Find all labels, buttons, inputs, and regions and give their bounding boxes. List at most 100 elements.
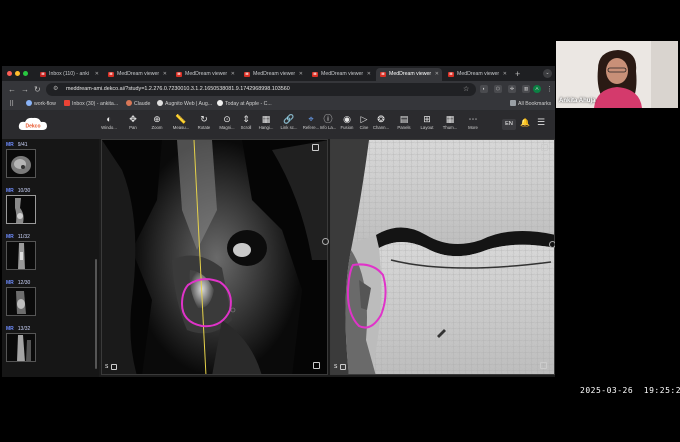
series-thumbnail[interactable]: MR 13/32 bbox=[6, 325, 36, 362]
browser-tab[interactable]: M MedDream viewer ✕ bbox=[308, 68, 374, 81]
info-icon: ⓘ bbox=[323, 114, 333, 124]
tool-channels[interactable]: ❂ Chann... bbox=[371, 114, 391, 131]
viewport-settings-icon[interactable] bbox=[340, 364, 346, 370]
browser-tab[interactable]: M MedDream viewer ✕ bbox=[104, 68, 170, 81]
viewport-left[interactable]: S bbox=[101, 139, 328, 375]
tool-panels[interactable]: ▤ Panels bbox=[394, 114, 414, 131]
scroll-handle[interactable] bbox=[549, 241, 555, 248]
extension-icon[interactable]: ◐ bbox=[480, 85, 488, 93]
dekco-logo: Dekco bbox=[18, 117, 47, 130]
series-thumbnail[interactable]: MR 12/30 bbox=[6, 279, 36, 316]
bookmark-inbox[interactable]: Inbox (30) - ankita... bbox=[64, 98, 118, 111]
tool-window-level[interactable]: ◐ Windo... bbox=[99, 114, 119, 131]
address-bar-row: ← → ↻ ⚙ meddream-ami.dekco.ai/?study=1.2… bbox=[2, 81, 555, 98]
save-icon[interactable] bbox=[313, 362, 320, 369]
folder-icon bbox=[510, 100, 516, 106]
thumbnails-icon: ▦ bbox=[445, 114, 455, 124]
series-panel: MR 9/41 MR 10/30 MR 11/32 MR 12/30 MR 13… bbox=[2, 139, 99, 377]
mri-image-sagittal bbox=[102, 140, 327, 374]
reload-icon[interactable]: ↻ bbox=[34, 84, 41, 95]
maximize-window-button[interactable] bbox=[23, 71, 28, 76]
magnify-icon: ⊙ bbox=[223, 114, 231, 124]
series-thumbnail[interactable]: MR 10/30 bbox=[6, 187, 36, 224]
bookmark-star-icon[interactable]: ☆ bbox=[463, 84, 469, 95]
gmail-icon bbox=[64, 100, 70, 106]
language-selector[interactable]: EN bbox=[502, 119, 516, 130]
participant-name: Ankita Ahuja bbox=[559, 98, 596, 104]
tool-layout[interactable]: ⊞ Layout bbox=[417, 114, 437, 131]
apps-icon[interactable]: ⠿ bbox=[9, 98, 14, 111]
browser-tab[interactable]: M Inbox (110) - anki ✕ bbox=[36, 68, 102, 81]
browser-window: M Inbox (110) - anki ✕ M MedDream viewer ✕ M… bbox=[2, 66, 555, 377]
svg-text:Dekco: Dekco bbox=[25, 124, 40, 130]
globe-icon bbox=[26, 100, 32, 106]
tool-pan[interactable]: ✥ Pan bbox=[123, 114, 143, 131]
menu-icon[interactable]: ☰ bbox=[537, 117, 545, 128]
minimize-window-button[interactable] bbox=[15, 71, 20, 76]
bookmark-claude[interactable]: Claude bbox=[126, 98, 150, 111]
site-info-icon[interactable]: ⚙ bbox=[53, 83, 58, 96]
apple-icon bbox=[217, 100, 223, 106]
meddream-icon: M bbox=[448, 72, 454, 77]
close-tab-icon[interactable]: ✕ bbox=[503, 68, 507, 81]
tool-measure[interactable]: 📏 Measu... bbox=[171, 114, 191, 131]
gmail-icon: M bbox=[40, 72, 46, 77]
close-tab-icon[interactable]: ✕ bbox=[367, 68, 371, 81]
tab-bar: M Inbox (110) - anki ✕ M MedDream viewer ✕ M… bbox=[2, 66, 555, 81]
close-tab-icon[interactable]: ✕ bbox=[163, 68, 167, 81]
series-thumbnail[interactable]: MR 9/41 bbox=[6, 141, 36, 178]
close-tab-icon[interactable]: ✕ bbox=[435, 68, 439, 81]
tool-link-scroll[interactable]: 🔗 Link sc... bbox=[279, 114, 299, 131]
viewport-menu-icon[interactable] bbox=[312, 144, 319, 151]
browser-tab[interactable]: M MedDream viewer ✕ bbox=[444, 68, 510, 81]
series-preview bbox=[6, 333, 36, 362]
profile-avatar[interactable]: A bbox=[533, 85, 541, 93]
tool-zoom[interactable]: ⊕ Zoom bbox=[147, 114, 167, 131]
series-preview bbox=[6, 287, 36, 316]
close-window-button[interactable] bbox=[7, 71, 12, 76]
meddream-icon: M bbox=[108, 72, 114, 77]
new-tab-button[interactable]: + bbox=[515, 68, 520, 80]
series-thumbnail[interactable]: MR 11/32 bbox=[6, 233, 36, 270]
scroll-handle[interactable] bbox=[322, 238, 329, 245]
browser-tab[interactable]: M MedDream viewer ✕ bbox=[172, 68, 238, 81]
tool-more[interactable]: ⋯ More bbox=[463, 114, 483, 131]
close-tab-icon[interactable]: ✕ bbox=[95, 68, 99, 81]
back-icon[interactable]: ← bbox=[8, 84, 16, 95]
bell-icon[interactable]: 🔔 bbox=[520, 118, 530, 127]
viewport-right[interactable]: S bbox=[330, 139, 555, 375]
viewport-settings-icon[interactable] bbox=[111, 364, 117, 370]
tab-search-button[interactable]: ⌄ bbox=[543, 69, 552, 78]
tool-scroll[interactable]: ⇕ Scroll bbox=[236, 114, 256, 131]
viewport-menu-icon[interactable] bbox=[541, 144, 548, 151]
sidebar-icon[interactable]: ▥ bbox=[522, 85, 530, 93]
tool-magnify[interactable]: ⊙ Magni... bbox=[217, 114, 237, 131]
forward-icon[interactable]: → bbox=[21, 84, 29, 95]
browser-tab-active[interactable]: M MedDream viewer ✕ bbox=[376, 68, 442, 81]
more-icon: ⋯ bbox=[468, 114, 478, 124]
meddream-viewer: Dekco ◐ Windo... ✥ Pan ⊕ Zoom 📏 Measu... ↻ Ro… bbox=[2, 111, 555, 377]
save-icon[interactable] bbox=[540, 362, 547, 369]
bookmark-apple[interactable]: Today at Apple - C... bbox=[217, 98, 272, 111]
browser-tab[interactable]: M MedDream viewer ✕ bbox=[240, 68, 306, 81]
meddream-icon: M bbox=[176, 72, 182, 77]
bookmark-work-flow[interactable]: work-flow bbox=[26, 98, 56, 111]
browser-menu-icon[interactable]: ⋮ bbox=[546, 84, 553, 95]
tool-rotate[interactable]: ↻ Rotate bbox=[194, 114, 214, 131]
meddream-icon: M bbox=[380, 72, 386, 77]
url-input[interactable]: ⚙ meddream-ami.dekco.ai/?study=1.2.276.0… bbox=[46, 83, 476, 96]
tool-thumbnails[interactable]: ▦ Thum... bbox=[440, 114, 460, 131]
series-scrollbar[interactable] bbox=[95, 259, 97, 369]
close-tab-icon[interactable]: ✕ bbox=[231, 68, 235, 81]
puzzle-icon[interactable]: ✣ bbox=[508, 85, 516, 93]
extension-icon[interactable]: ⬡ bbox=[494, 85, 502, 93]
bookmark-augnito[interactable]: Augnito Web | Aug... bbox=[157, 98, 212, 111]
pan-icon: ✥ bbox=[129, 114, 137, 124]
tool-info-layer[interactable]: ⓘ Info La... bbox=[318, 114, 338, 131]
tool-hanging[interactable]: ▦ Hangi... bbox=[256, 114, 276, 131]
close-tab-icon[interactable]: ✕ bbox=[299, 68, 303, 81]
scroll-icon: ⇕ bbox=[242, 114, 250, 124]
claude-icon bbox=[126, 100, 132, 106]
contrast-icon: ◐ bbox=[106, 114, 112, 124]
all-bookmarks-button[interactable]: All Bookmarks bbox=[510, 98, 551, 111]
